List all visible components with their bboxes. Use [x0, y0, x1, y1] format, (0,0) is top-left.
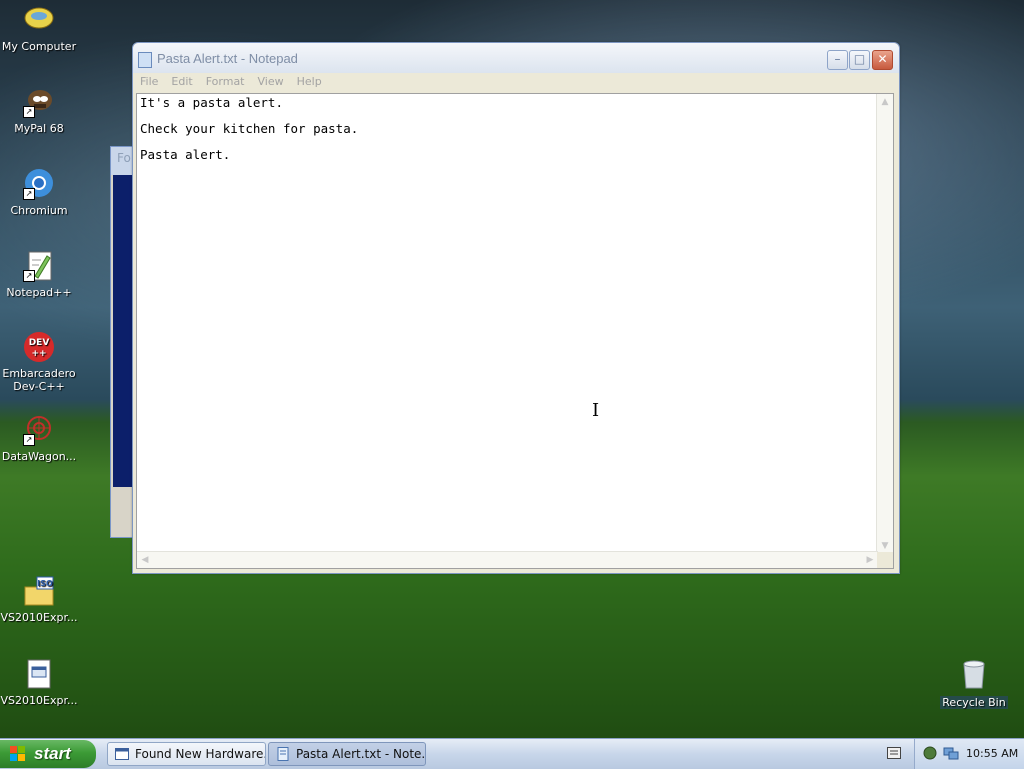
shortcut-arrow-icon: ↗: [23, 106, 35, 118]
menu-format[interactable]: Format: [199, 73, 251, 88]
desktop-icon-label-line1: Embarcadero: [2, 367, 76, 380]
task-label: Pasta Alert.txt - Note...: [296, 747, 426, 761]
mypal-icon: ↗: [23, 86, 55, 118]
desktop-icon-label: Chromium: [10, 204, 68, 217]
desktop-icon-label: VS2010Expr...: [0, 694, 78, 707]
shortcut-arrow-icon: ↗: [23, 270, 35, 282]
horizontal-scrollbar[interactable]: ◀ ▶: [137, 551, 878, 568]
desktop-icon-label: MyPal 68: [14, 122, 64, 135]
text-line: Check your kitchen for pasta.: [140, 121, 359, 136]
window-title: Pasta Alert.txt - Notepad: [157, 51, 298, 66]
scroll-left-arrow-icon[interactable]: ◀: [138, 553, 152, 567]
menu-help[interactable]: Help: [290, 73, 328, 88]
text-line: It's a pasta alert.: [140, 95, 283, 110]
desktop-icon-label: My Computer: [1, 40, 77, 53]
devcpp-icon: DEV ++: [23, 331, 55, 363]
window-icon: [115, 747, 129, 761]
system-tray: 10:55 AM: [914, 739, 1024, 769]
resize-grip-icon[interactable]: [877, 552, 893, 568]
keyboard-icon[interactable]: [887, 747, 901, 762]
desktop-icon-recycle-bin[interactable]: Recycle Bin: [934, 660, 1014, 709]
task-label: Found New Hardware...: [135, 747, 266, 761]
taskbar-task-notepad[interactable]: Pasta Alert.txt - Note...: [268, 742, 426, 766]
svg-text:DEV: DEV: [29, 338, 50, 348]
vertical-scrollbar[interactable]: ▲ ▼: [876, 94, 893, 554]
network-icon[interactable]: [943, 746, 959, 763]
minimize-button[interactable]: –: [827, 50, 848, 70]
desktop-icon-label: DataWagon...: [1, 450, 77, 463]
scroll-down-arrow-icon[interactable]: ▼: [878, 539, 892, 553]
close-button[interactable]: ✕: [872, 50, 893, 70]
desktop-icon-label: Recycle Bin: [940, 696, 1008, 709]
menu-file[interactable]: File: [133, 73, 164, 88]
start-button[interactable]: start: [0, 740, 96, 768]
desktop-icon-label: VS2010Expr...: [0, 611, 78, 624]
text-cursor-icon: I: [592, 400, 600, 421]
svg-text:ISO: ISO: [37, 579, 53, 588]
notepad-window[interactable]: Pasta Alert.txt - Notepad – □ ✕ File Edit…: [132, 42, 900, 574]
taskbar-task-found-new-hardware[interactable]: Found New Hardware...: [107, 742, 266, 766]
my-computer-icon: [23, 4, 55, 36]
desktop-icon-chromium[interactable]: ↗ Chromium: [0, 168, 79, 217]
desktop-icon-label: Notepad++: [6, 286, 72, 299]
datawagon-icon: ↗: [23, 414, 55, 446]
recycle-bin-icon: [958, 660, 990, 692]
desktop-icon-label-line2: Dev-C++: [13, 380, 65, 393]
clock[interactable]: 10:55 AM: [966, 747, 1018, 760]
desktop-icon-mypal[interactable]: ↗ MyPal 68: [0, 86, 79, 135]
scroll-up-arrow-icon[interactable]: ▲: [878, 95, 892, 109]
start-label: start: [34, 744, 71, 763]
menu-edit[interactable]: Edit: [164, 73, 198, 88]
notepadpp-icon: ↗: [23, 250, 55, 282]
windows-flag-icon: [10, 746, 25, 761]
chromium-icon: ↗: [23, 168, 55, 200]
shortcut-arrow-icon: ↗: [23, 434, 35, 446]
iso-file-icon: ISO: [23, 575, 55, 607]
menu-bar: File Edit Format View Help: [133, 73, 899, 93]
desktop-icon-my-computer[interactable]: My Computer: [0, 4, 79, 53]
desktop-icon-vs2010-exe[interactable]: VS2010Expr...: [0, 658, 79, 707]
desktop-icon-datawagon[interactable]: ↗ DataWagon...: [0, 414, 79, 463]
menu-view[interactable]: View: [251, 73, 290, 88]
maximize-button[interactable]: □: [849, 50, 870, 70]
notepad-icon: [138, 52, 152, 68]
editor-content: It's a pasta alert. Check your kitchen f…: [140, 95, 358, 173]
notepad-titlebar[interactable]: Pasta Alert.txt - Notepad – □ ✕: [133, 43, 899, 73]
shortcut-arrow-icon: ↗: [23, 188, 35, 200]
background-window-panel: [113, 175, 133, 487]
exe-file-icon: [23, 658, 55, 690]
notepad-icon: [276, 747, 290, 761]
desktop-icon-vs2010-iso[interactable]: ISO VS2010Expr...: [0, 575, 79, 624]
security-shield-icon[interactable]: [923, 746, 937, 763]
text-editor[interactable]: It's a pasta alert. Check your kitchen f…: [136, 93, 894, 569]
svg-text:++: ++: [31, 349, 46, 359]
desktop-icon-devcpp[interactable]: DEV ++ Embarcadero Dev-C++: [0, 331, 79, 393]
desktop-icon-notepadpp[interactable]: ↗ Notepad++: [0, 250, 79, 299]
scroll-right-arrow-icon[interactable]: ▶: [863, 553, 877, 567]
taskbar: start Found New Hardware... Pasta Alert.…: [0, 738, 1024, 769]
text-line: Pasta alert.: [140, 147, 231, 162]
